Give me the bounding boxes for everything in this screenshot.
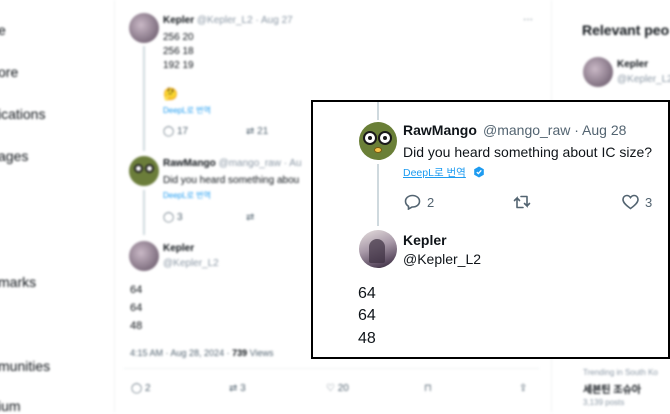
reply-count: 17: [176, 126, 189, 137]
author-name[interactable]: RawMango: [403, 122, 477, 138]
author-handle[interactable]: @mango_raw · Aug 28: [483, 122, 626, 138]
author-name[interactable]: Kepler: [163, 15, 194, 26]
author-handle[interactable]: @Kepler_L2: [163, 258, 219, 269]
nav-item-home[interactable]: e: [0, 22, 6, 38]
relevant-people-title: Relevant peo: [582, 22, 670, 38]
reply-count: 2: [144, 383, 151, 394]
trend-title[interactable]: 세븐틴 조슈아: [583, 381, 641, 396]
tweet-text-line: 256 18: [163, 46, 194, 57]
tweet-text-line: 192 19: [163, 60, 194, 71]
thread-line: [143, 46, 145, 151]
retweet-count: 21: [257, 126, 269, 137]
bookmark-icon[interactable]: ⊓: [424, 383, 432, 394]
tweet-text-line: 64: [130, 284, 143, 296]
views-count: 739: [232, 348, 248, 358]
nav-item-explore[interactable]: ore: [0, 64, 18, 80]
nav-item-communities[interactable]: munities: [0, 358, 50, 374]
author-name[interactable]: Kepler: [163, 243, 194, 254]
reply-icon[interactable]: ◯: [163, 212, 174, 223]
trend-count: 3,139 posts: [583, 398, 625, 407]
author-name[interactable]: Kepler: [617, 59, 648, 70]
nav-item-bookmarks[interactable]: marks: [0, 274, 36, 290]
tweet-date[interactable]: · Aug 27: [255, 15, 292, 26]
retweet-icon[interactable]: ⇄: [246, 126, 254, 137]
like-count: 20: [337, 383, 349, 394]
author-handle[interactable]: @Kepler_L2: [617, 74, 670, 85]
avatar[interactable]: [129, 241, 159, 271]
reply-count: 3: [176, 212, 183, 223]
avatar[interactable]: [129, 13, 159, 43]
retweet-count: 3: [240, 383, 246, 394]
views-label: Views: [247, 348, 274, 358]
divider: [124, 368, 539, 369]
tweet-timestamp[interactable]: 4:15 AM · Aug 28, 2024 ·: [130, 348, 232, 358]
retweet-icon[interactable]: [513, 194, 531, 210]
tweet-text: Did you heard something abou: [163, 175, 300, 186]
thread-line: [377, 102, 379, 120]
like-icon[interactable]: [622, 194, 639, 210]
author-handle[interactable]: @Kepler_L2: [197, 15, 253, 26]
author-name[interactable]: Kepler: [403, 232, 447, 248]
column-divider: [114, 0, 115, 412]
tweet-text-line: 48: [358, 330, 376, 347]
nav-item-messages[interactable]: ages: [0, 148, 28, 164]
retweet-icon[interactable]: ⇄: [246, 212, 254, 223]
reply-icon[interactable]: ◯: [131, 383, 142, 394]
more-options-icon[interactable]: ···: [523, 14, 533, 25]
tweet-text-line: 48: [130, 320, 143, 332]
like-count: 3: [645, 194, 653, 210]
retweet-icon[interactable]: ⇄: [229, 383, 237, 394]
reply-icon[interactable]: ◯: [163, 126, 174, 137]
tweet-text-line: 256 20: [163, 32, 194, 43]
avatar[interactable]: [129, 156, 159, 186]
zoomed-thread-panel: RawMango @mango_raw · Aug 28 Did you hea…: [311, 100, 670, 359]
like-icon[interactable]: ♡: [326, 383, 335, 394]
translate-link[interactable]: DeepL로 번역: [163, 105, 211, 116]
tweet-text-line: 64: [358, 285, 376, 302]
avatar[interactable]: [583, 57, 613, 87]
author-name[interactable]: RawMango: [163, 158, 216, 169]
author-handle[interactable]: @mango_raw · Au: [219, 158, 302, 169]
reply-icon[interactable]: [404, 194, 421, 210]
tweet-text-line: 64: [358, 307, 376, 324]
translate-link[interactable]: DeepL로 번역: [163, 190, 211, 201]
author-handle[interactable]: @Kepler_L2: [403, 251, 481, 267]
tweet-text: Did you heard something about IC size?: [403, 144, 653, 160]
share-icon[interactable]: ⇪: [519, 383, 527, 394]
avatar[interactable]: [359, 230, 397, 268]
thinking-emoji: 🤔: [163, 87, 178, 101]
thread-line: [377, 164, 379, 226]
deepl-icon: [474, 166, 484, 178]
tweet-text-line: 64: [130, 302, 143, 314]
trend-label: Trending in South Ko: [583, 368, 658, 377]
reply-count: 2: [427, 194, 435, 210]
nav-item-notifications[interactable]: ications: [0, 106, 45, 122]
translate-link[interactable]: DeepL로 번역: [403, 165, 466, 180]
thread-line: [143, 190, 145, 235]
avatar[interactable]: [359, 122, 397, 160]
